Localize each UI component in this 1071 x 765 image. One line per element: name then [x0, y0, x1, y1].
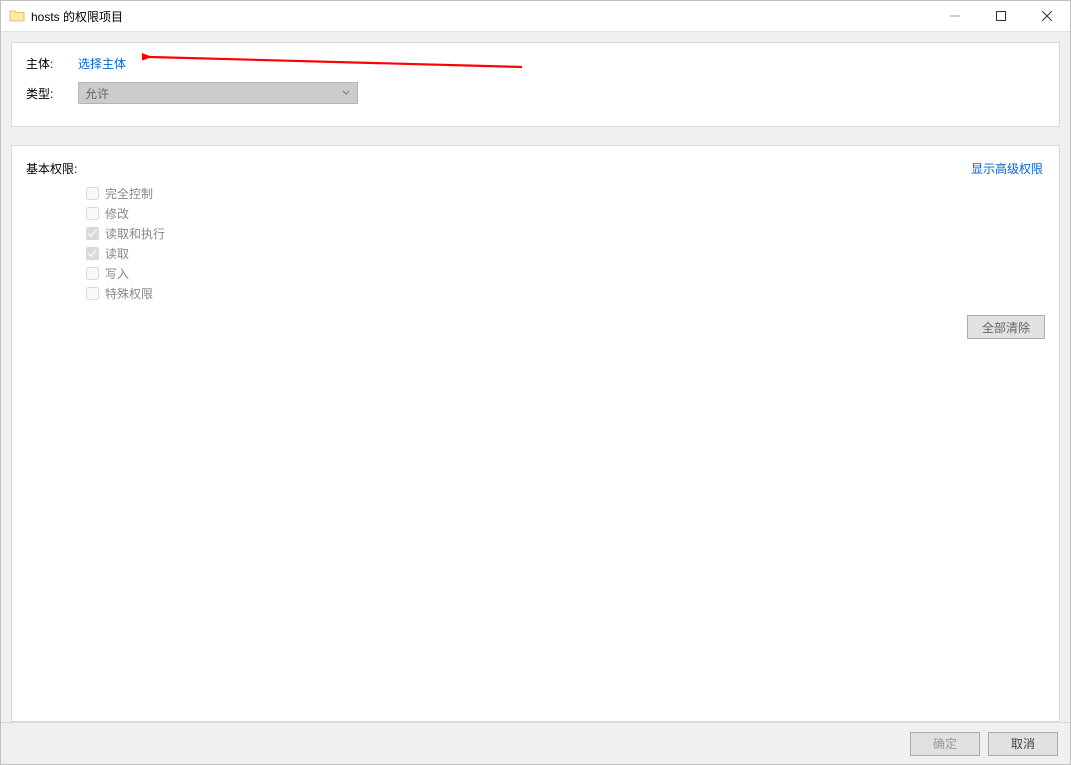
basic-permissions-panel: 基本权限: 显示高级权限 完全控制修改读取和执行读取写入特殊权限 全部清除 [11, 145, 1060, 722]
permission-item[interactable]: 修改 [86, 203, 1045, 223]
permission-checkbox[interactable] [86, 227, 99, 240]
principal-row: 主体: 选择主体 [26, 55, 1045, 72]
show-advanced-link[interactable]: 显示高级权限 [971, 160, 1043, 177]
permissions-header: 基本权限: 显示高级权限 [26, 160, 1045, 177]
permission-list: 完全控制修改读取和执行读取写入特殊权限 [86, 183, 1045, 303]
clear-all-button[interactable]: 全部清除 [967, 315, 1045, 339]
permission-item[interactable]: 特殊权限 [86, 283, 1045, 303]
type-row: 类型: 允许 [26, 82, 1045, 104]
title-bar: hosts 的权限项目 [1, 1, 1070, 32]
permission-label: 完全控制 [105, 185, 153, 202]
type-label: 类型: [26, 85, 78, 102]
permission-item[interactable]: 完全控制 [86, 183, 1045, 203]
ok-button[interactable]: 确定 [910, 732, 980, 756]
type-dropdown-value: 允许 [85, 85, 109, 102]
dialog-footer: 确定 取消 [1, 722, 1070, 764]
permission-label: 写入 [105, 265, 129, 282]
permission-item[interactable]: 读取和执行 [86, 223, 1045, 243]
dialog-body: 主体: 选择主体 类型: 允许 [1, 32, 1070, 722]
permission-label: 特殊权限 [105, 285, 153, 302]
select-principal-link[interactable]: 选择主体 [78, 55, 126, 72]
permission-checkbox[interactable] [86, 207, 99, 220]
dialog-window: hosts 的权限项目 主体: 选择主体 类型: 允许 [0, 0, 1071, 765]
folder-icon [9, 8, 25, 24]
minimize-button[interactable] [932, 1, 978, 31]
permission-checkbox[interactable] [86, 247, 99, 260]
close-button[interactable] [1024, 1, 1070, 31]
window-title: hosts 的权限项目 [31, 8, 123, 25]
permission-item[interactable]: 读取 [86, 243, 1045, 263]
permission-label: 修改 [105, 205, 129, 222]
caption-buttons [932, 1, 1070, 31]
permission-checkbox[interactable] [86, 287, 99, 300]
principal-label: 主体: [26, 55, 78, 72]
basic-permissions-title: 基本权限: [26, 160, 77, 177]
chevron-down-icon [341, 88, 351, 98]
cancel-button[interactable]: 取消 [988, 732, 1058, 756]
type-dropdown[interactable]: 允许 [78, 82, 358, 104]
principal-panel: 主体: 选择主体 类型: 允许 [11, 42, 1060, 127]
permission-label: 读取和执行 [105, 225, 165, 242]
permission-checkbox[interactable] [86, 187, 99, 200]
maximize-button[interactable] [978, 1, 1024, 31]
permission-item[interactable]: 写入 [86, 263, 1045, 283]
permission-label: 读取 [105, 245, 129, 262]
permission-checkbox[interactable] [86, 267, 99, 280]
